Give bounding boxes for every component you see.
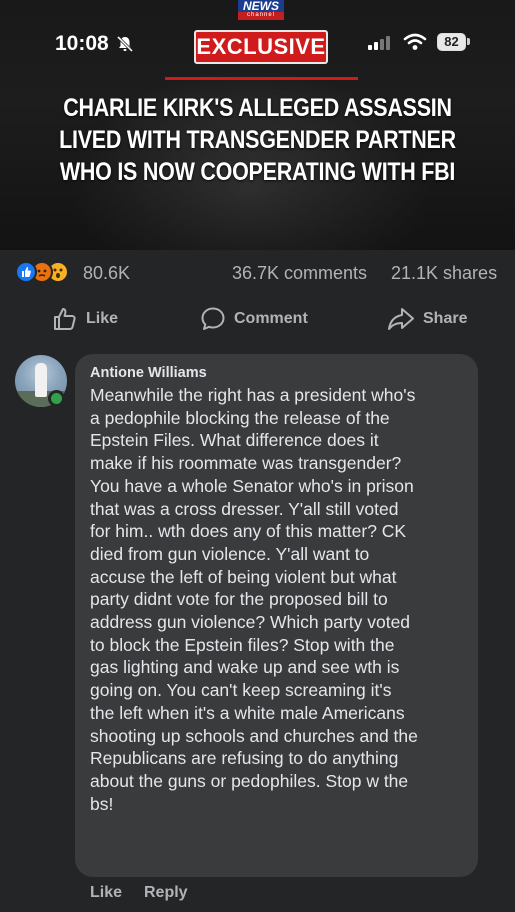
thumbs-up-icon	[54, 308, 76, 330]
share-arrow-icon	[388, 308, 414, 330]
comment-line: address gun violence? Which party voted	[90, 612, 411, 633]
status-time: 10:08	[55, 32, 109, 55]
reaction-count[interactable]: 80.6K	[83, 263, 130, 284]
wifi-icon	[403, 33, 427, 50]
badge-underline	[165, 77, 358, 80]
share-button[interactable]: Share	[387, 304, 467, 334]
comment-text: Meanwhile the right has a president who'…	[90, 384, 472, 815]
comment-line: You have a whole Senator who's in prison	[90, 475, 414, 496]
online-status-dot	[48, 390, 65, 407]
battery-tip	[467, 38, 470, 45]
comment-reply-button[interactable]: Reply	[144, 884, 188, 902]
comment-count[interactable]: 36.7K comments	[232, 263, 367, 284]
comment-line: a pedophile blocking the release of the	[90, 407, 390, 428]
exclusive-badge: EXCLUSIVE	[194, 30, 328, 64]
speech-bubble-icon	[201, 307, 225, 330]
comment-line: that was a cross dresser. Y'all still vo…	[90, 498, 399, 519]
comment-line: the left when it's a white male American…	[90, 702, 405, 723]
cellular-signal-icon	[368, 36, 390, 50]
headline-line: CHARLIE KIRK'S ALLEGED ASSASSIN	[63, 94, 452, 122]
comment-button-label: Comment	[234, 310, 308, 327]
comment-line: accuse the left of being violent but wha…	[90, 566, 397, 587]
headline-line: WHO IS NOW COOPERATING WITH FBI	[59, 158, 456, 186]
comment-line: about the guns or pedophiles. Stop w the	[90, 770, 409, 791]
image-headline: CHARLIE KIRK'S ALLEGED ASSASSIN LIVED WI…	[53, 92, 462, 188]
share-button-label: Share	[423, 310, 468, 327]
logo-text: NEWS	[243, 0, 279, 13]
comment-line: for him.. wth does any of this matter? C…	[90, 521, 407, 542]
comment-author[interactable]: Antione Williams	[90, 365, 207, 381]
comment-line: Meanwhile the right has a president who'…	[90, 385, 416, 405]
like-button[interactable]: Like	[52, 304, 118, 334]
comment-line: to block the Epstein files? Stop with th…	[90, 634, 395, 655]
battery-indicator: 82	[437, 33, 466, 51]
comment-like-button[interactable]: Like	[90, 884, 122, 902]
logo-subtext: channel	[238, 12, 284, 19]
comment-line: going on. You can't keep screaming it's	[90, 680, 392, 701]
comment-line: party didnt vote for the proposed bill t…	[90, 589, 388, 610]
bell-slash-icon	[116, 35, 134, 53]
like-button-label: Like	[86, 310, 119, 327]
share-count[interactable]: 21.1K shares	[391, 263, 497, 284]
avatar-figure	[35, 363, 47, 397]
like-reaction-icon	[15, 261, 37, 283]
comment-line: shooting up schools and churches and the	[90, 725, 418, 746]
comment-line: Republicans are refusing to do anything	[90, 748, 399, 769]
comment-line: Epstein Files. What difference does it	[90, 430, 379, 451]
comment-button[interactable]: Comment	[200, 304, 308, 334]
headline-line: LIVED WITH TRANSGENDER PARTNER	[59, 126, 456, 154]
comment-line: died from gun violence. Y'all want to	[90, 543, 370, 564]
comment-line: bs!	[90, 793, 114, 814]
comment-line: make if his roommate was transgender?	[90, 453, 402, 474]
comment-line: gas lighting and wake up and see wth is	[90, 657, 400, 678]
news-channel-logo: NEWS channel	[238, 0, 284, 20]
